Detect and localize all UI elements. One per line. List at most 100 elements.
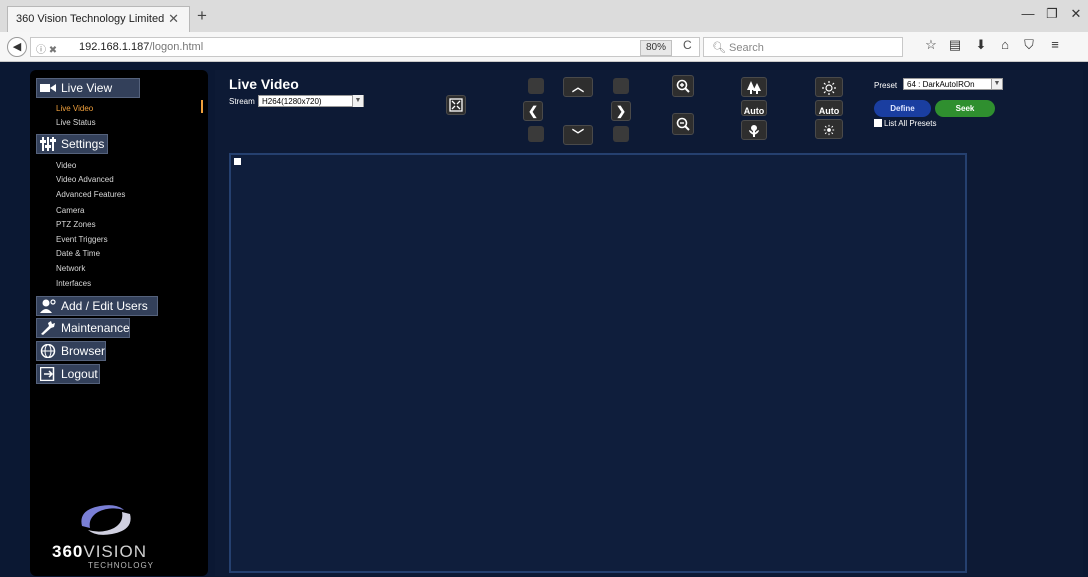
video-viewport[interactable] (229, 153, 967, 573)
fullscreen-icon (449, 98, 463, 112)
zoom-out-icon (676, 117, 690, 131)
chevron-up-icon: ︿ (571, 80, 584, 94)
focus-far-button[interactable] (741, 77, 767, 97)
sidebar-item-live-video[interactable]: Live Video (56, 104, 93, 113)
chevron-right-icon: ❯ (615, 104, 627, 118)
add-edit-users-label: Add / Edit Users (61, 299, 148, 313)
logo-bold: 360 (52, 542, 84, 561)
logo-wordmark: 360VISION (52, 542, 192, 562)
sidebar: Live View Live Video Live Status Setting… (30, 70, 208, 576)
sidebar-item-video-advanced[interactable]: Video Advanced (56, 175, 114, 184)
iris-open-button[interactable] (815, 77, 843, 97)
sidebar-item-advanced-features[interactable]: Advanced Features (56, 190, 125, 199)
search-placeholder: Search (729, 42, 764, 54)
bookmark-star-icon[interactable]: ☆ (922, 37, 940, 53)
logout-icon (40, 367, 55, 381)
preset-value: 64 : DarkAutoIROn (907, 80, 975, 89)
zoom-out-button[interactable] (672, 113, 694, 135)
download-icon[interactable]: ⬇ (972, 37, 990, 53)
ptz-right-button[interactable]: ❯ (611, 101, 631, 121)
chevron-left-icon: ❮ (527, 104, 539, 118)
sidebar-item-camera[interactable]: Camera (56, 206, 84, 215)
active-indicator (201, 100, 203, 113)
add-edit-users-button[interactable]: Add / Edit Users (36, 296, 158, 316)
sidebar-item-interfaces[interactable]: Interfaces (56, 279, 91, 288)
back-arrow-icon[interactable]: ◀ (7, 37, 27, 57)
list-all-presets-label: List All Presets (884, 119, 937, 128)
globe-icon (40, 344, 56, 358)
reload-icon[interactable]: C (683, 38, 692, 52)
tab-title: 360 Vision Technology Limited (16, 13, 165, 25)
stream-select[interactable]: H264(1280x720) ▼ (258, 95, 364, 107)
sidebar-item-ptz-zones[interactable]: PTZ Zones (56, 220, 96, 229)
preset-label: Preset (874, 81, 898, 90)
ptz-down-button[interactable]: ﹀ (563, 125, 593, 145)
trees-icon (747, 81, 761, 94)
settings-button[interactable]: Settings (36, 134, 108, 154)
ptz-down-left-button[interactable] (528, 126, 544, 142)
sidebar-item-event-triggers[interactable]: Event Triggers (56, 235, 108, 244)
users-icon (40, 299, 56, 313)
chevron-down-icon: ▼ (991, 79, 1002, 89)
live-view-button[interactable]: Live View (36, 78, 140, 98)
zoom-in-icon (676, 79, 690, 93)
browser-label: Browser (61, 344, 106, 358)
video-camera-icon (40, 84, 56, 92)
auto-iris-button[interactable]: Auto (815, 100, 843, 116)
ptz-down-right-button[interactable] (613, 126, 629, 142)
site-info-icon[interactable]: ⓘ ✖ (36, 41, 57, 56)
zoom-in-button[interactable] (672, 75, 694, 97)
browser-tab[interactable]: 360 Vision Technology Limited ✕ (7, 6, 190, 32)
ptz-up-right-button[interactable] (613, 78, 629, 94)
logo-thin: VISION (83, 542, 147, 561)
define-preset-button[interactable]: Define (874, 100, 931, 117)
flower-icon (749, 125, 759, 137)
sidebar-item-video[interactable]: Video (56, 161, 76, 170)
logout-button[interactable]: Logout (36, 364, 100, 384)
iris-close-button[interactable] (815, 119, 843, 139)
sun-small-icon (823, 124, 835, 136)
sidebar-item-live-status[interactable]: Live Status (56, 118, 96, 127)
browser-tabbar: 360 Vision Technology Limited ✕ + — ❐ ✕ (0, 0, 1088, 32)
maintenance-button[interactable]: Maintenance (36, 318, 130, 338)
focus-near-button[interactable] (741, 120, 767, 140)
auto-iris-label: Auto (818, 106, 840, 116)
ptz-up-left-button[interactable] (528, 78, 544, 94)
reading-list-icon[interactable]: ▤ (946, 37, 964, 53)
auto-focus-button[interactable]: Auto (741, 100, 767, 116)
chevron-down-icon: ﹀ (571, 128, 584, 142)
settings-label: Settings (61, 137, 105, 151)
sidebar-item-network[interactable]: Network (56, 264, 85, 273)
sliders-icon (40, 137, 56, 151)
menu-hamburger-icon[interactable]: ≡ (1046, 37, 1064, 52)
browser-button[interactable]: Browser (36, 341, 106, 361)
ptz-left-button[interactable]: ❮ (523, 101, 543, 121)
minimize-button[interactable]: — (1018, 6, 1038, 21)
maintenance-label: Maintenance (61, 321, 130, 335)
address-bar[interactable]: ⓘ ✖ 192.168.1.187/logon.html (30, 37, 700, 57)
fullscreen-button[interactable] (446, 95, 466, 115)
home-icon[interactable]: ⌂ (996, 37, 1014, 52)
search-input[interactable]: 🔍︎ Search (703, 37, 903, 57)
tab-close-icon[interactable]: ✕ (168, 11, 179, 27)
new-tab-button[interactable]: + (197, 6, 207, 26)
stream-label: Stream (229, 97, 255, 106)
close-window-button[interactable]: ✕ (1066, 6, 1086, 22)
zoom-level[interactable]: 80% (640, 40, 672, 56)
list-all-presets-checkbox[interactable]: List All Presets (874, 119, 936, 128)
url-path: /logon.html (149, 41, 204, 53)
restore-button[interactable]: ❐ (1042, 6, 1062, 22)
ptz-up-button[interactable]: ︿ (563, 77, 593, 97)
sidebar-item-date-time[interactable]: Date & Time (56, 249, 100, 258)
auto-focus-label: Auto (743, 106, 765, 116)
broken-image-icon (234, 158, 241, 165)
wrench-icon (41, 321, 55, 335)
seek-preset-button[interactable]: Seek (935, 100, 995, 117)
pocket-icon[interactable]: ⛉ (1020, 37, 1038, 53)
logo-subtitle: TECHNOLOGY (88, 561, 155, 570)
page-title: Live Video (229, 76, 299, 92)
360vision-logo-icon (81, 505, 131, 535)
preset-select[interactable]: 64 : DarkAutoIROn ▼ (903, 78, 1003, 90)
checkbox-icon (874, 119, 882, 127)
chevron-down-icon: ▼ (352, 95, 363, 107)
